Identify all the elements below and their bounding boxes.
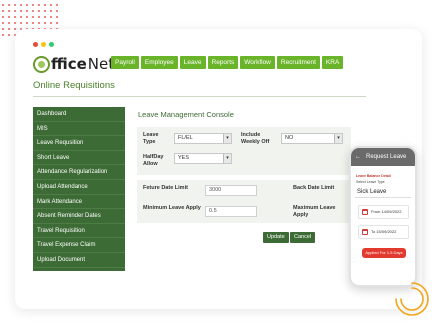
sidebar-item-absent-reminder-dates[interactable]: Absent Reminder Dates [33,209,125,224]
leave-balance-detail-link[interactable]: Leave Balance Detail [351,166,415,178]
halfday-label: HalfDay Allow [143,154,164,167]
logo-text-first: ffice [51,55,87,73]
calendar-icon [362,209,368,215]
nav-workflow[interactable]: Workflow [240,56,275,69]
sidebar-menu: Dashboard MIS Leave Requsition Short Lea… [33,107,125,271]
minimum-leave-apply-label: Minimum Leave Apply [143,205,201,211]
maximum-leave-apply-label: Maximum Leave Apply [293,205,336,218]
console-title: Leave Management Console [138,110,234,119]
top-navigation: Payroll Employee Leave Reports Workflow … [111,56,344,69]
halfday-select[interactable]: YES ▾ [174,153,232,164]
window-dot-green [49,42,54,47]
leave-type-select[interactable]: FL/EL ▾ [174,133,232,144]
include-weekly-off-label: Include Weekly Off [241,132,270,145]
include-weekly-off-select[interactable]: NO ▾ [281,133,343,144]
logo-o-icon [33,55,50,73]
sidebar-item-short-leave[interactable]: Short Leave [33,151,125,166]
window-controls [33,42,54,47]
form-row-limits: Feture Date Limit 3000 Back Date Limit M… [137,180,351,223]
sidebar-item-travel-expense-claim[interactable]: Travel Expense Claim [33,238,125,253]
nav-employee[interactable]: Employee [140,56,178,69]
nav-kra[interactable]: KRA [321,56,344,69]
leave-type-value: FL/EL [178,135,193,141]
chevron-down-icon: ▾ [334,134,342,143]
future-date-limit-label: Feture Date Limit [143,185,188,191]
update-button[interactable]: Update [263,232,289,243]
sidebar-item-upload-document[interactable]: Upload Document [33,253,125,268]
minimum-leave-apply-input[interactable]: 0.5 [205,206,257,217]
leave-type-label: Leave Type [143,132,159,145]
chevron-down-icon: ▾ [223,154,231,163]
mobile-request-leave-mockup: ← Request Leave Leave Balance Detail Sele… [349,146,417,287]
from-date-field[interactable]: From 14/09/2022 [358,205,409,219]
title-divider [33,96,366,97]
sidebar-item-attendance-regularization[interactable]: Attendance Regularization [33,165,125,180]
nav-recruitment[interactable]: Recruitment [276,56,320,69]
mobile-header: ← Request Leave [351,148,415,166]
sidebar-item-dashboard[interactable]: Dashboard [33,107,125,122]
calendar-icon [362,229,368,235]
mobile-title: Request Leave [366,154,407,160]
sidebar-item-upload-attendance[interactable]: Upload Attendance [33,180,125,195]
officenet-logo: fficeNet® [33,55,121,73]
include-weekly-off-value: NO [285,135,294,141]
sidebar-item-travel-requisition[interactable]: Travel Requisition [33,224,125,239]
leave-type-dropdown[interactable]: Sick Leave [355,187,411,198]
from-date-value: From 14/09/2022 [371,209,402,214]
to-date-value: To 15/09/2022 [371,229,397,234]
form-row-leave-type: Leave Type FL/EL ▾ Include Weekly Off NO… [137,127,351,175]
nav-leave[interactable]: Leave [179,56,206,69]
apply-leave-button[interactable]: Applied For 1.5 Days [362,248,406,258]
cancel-button[interactable]: Cancel [290,232,316,243]
to-date-field[interactable]: To 15/09/2022 [358,225,409,239]
decorative-swirl-icon [395,282,429,316]
leave-settings-form: Leave Type FL/EL ▾ Include Weekly Off NO… [137,127,351,273]
back-arrow-icon[interactable]: ← [355,154,361,160]
sidebar-item-mark-attendance[interactable]: Mark Attendance [33,195,125,210]
chevron-down-icon: ▾ [223,134,231,143]
select-leave-type-label: Select Leave Type [356,180,385,184]
nav-payroll[interactable]: Payroll [111,56,139,69]
window-dot-yellow [41,42,46,47]
future-date-limit-input[interactable]: 3000 [205,185,257,196]
window-dot-red [33,42,38,47]
nav-reports[interactable]: Reports [207,56,239,69]
halfday-value: YES [178,155,190,161]
sidebar-item-mis[interactable]: MIS [33,122,125,137]
page-title: Online Requisitions [33,80,115,91]
sidebar-item-leave-requisition[interactable]: Leave Requsition [33,136,125,151]
back-date-limit-label: Back Date Limit [293,185,335,191]
